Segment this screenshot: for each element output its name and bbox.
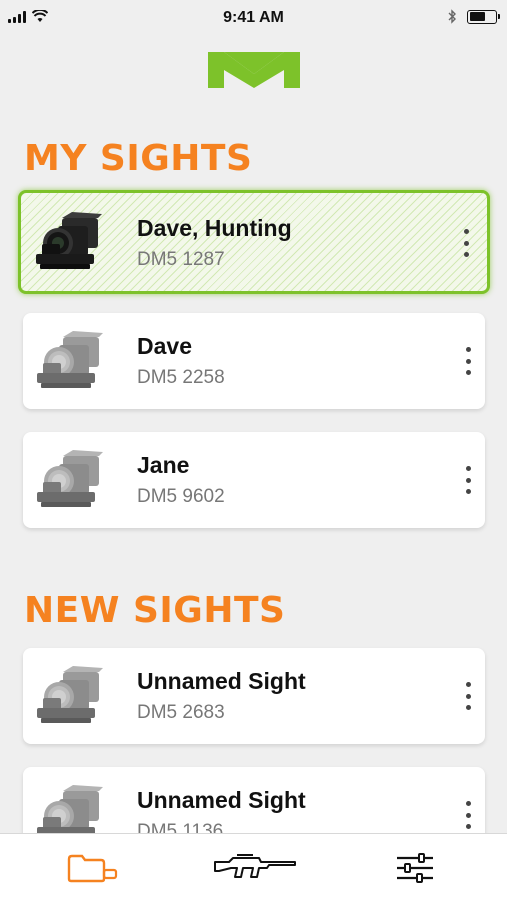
tab-bar (0, 833, 507, 900)
sight-name: Unnamed Sight (137, 787, 306, 813)
rifle-icon (214, 853, 296, 878)
sight-serial: DM5 1287 (137, 249, 225, 270)
status-time: 9:41 AM (223, 9, 284, 26)
sight-thumbnail (33, 329, 107, 393)
bluetooth-icon (448, 9, 456, 24)
sight-thumbnail (33, 448, 107, 512)
sight-card[interactable]: Jane DM5 9602 (23, 432, 485, 528)
more-options-icon[interactable] (461, 462, 475, 498)
sight-card[interactable]: Unnamed Sight DM5 2683 (23, 648, 485, 744)
status-bar: 9:41 AM (0, 0, 507, 36)
sight-name: Dave (137, 333, 192, 359)
more-options-icon[interactable] (459, 225, 473, 261)
sight-card[interactable]: Dave DM5 2258 (23, 313, 485, 409)
status-right (448, 9, 500, 24)
my-sights-heading: MY SIGHTS (24, 138, 253, 179)
meprolight-logo (208, 52, 300, 88)
sight-card-selected[interactable]: Dave, Hunting DM5 1287 (18, 190, 490, 294)
sight-thumbnail (33, 664, 107, 728)
sight-name: Jane (137, 452, 190, 478)
new-sights-heading: NEW SIGHTS (24, 590, 286, 631)
tab-weapons[interactable] (196, 834, 316, 900)
more-options-icon[interactable] (461, 678, 475, 714)
sight-serial: DM5 2683 (137, 702, 225, 723)
battery-icon (467, 9, 500, 24)
tab-sights[interactable] (33, 834, 153, 900)
sight-name: Dave, Hunting (137, 215, 292, 241)
sight-thumbnail (32, 210, 106, 274)
sight-serial: DM5 2258 (137, 367, 225, 388)
tab-settings[interactable] (355, 834, 475, 900)
sight-name: Unnamed Sight (137, 668, 306, 694)
folder-icon (67, 854, 118, 882)
battery-level (469, 12, 485, 21)
sight-serial: DM5 9602 (137, 486, 225, 507)
more-options-icon[interactable] (461, 343, 475, 379)
more-options-icon[interactable] (461, 797, 475, 833)
sliders-icon (397, 852, 433, 883)
